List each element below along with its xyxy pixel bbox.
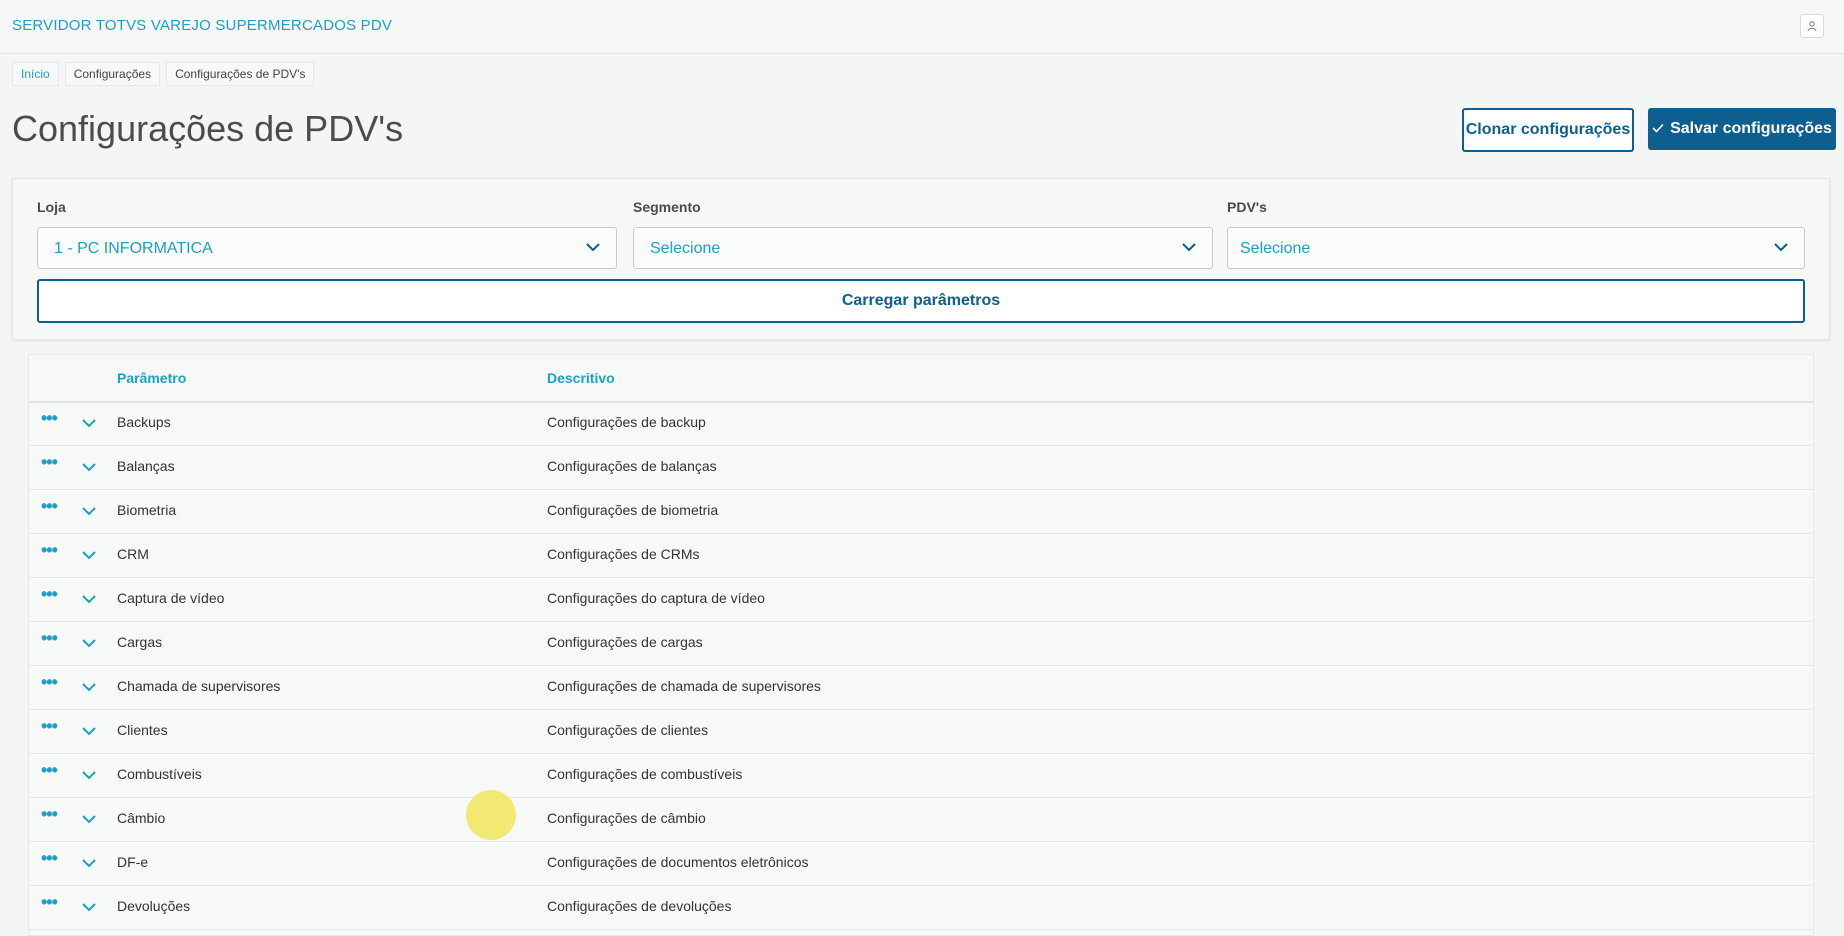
segmento-label: Segmento (633, 199, 701, 215)
more-options-icon[interactable]: ••• (41, 541, 58, 559)
user-icon[interactable] (1800, 14, 1824, 38)
more-options-icon[interactable]: ••• (41, 585, 58, 603)
pdvs-label: PDV's (1227, 199, 1267, 215)
col-header-desc[interactable]: Descritivo (547, 370, 615, 386)
param-name: Cargas (117, 634, 163, 650)
table-row: ••• Biometria Configurações de biometria (29, 489, 1813, 534)
chevron-down-icon[interactable] (81, 547, 97, 568)
app-title: SERVIDOR TOTVS VAREJO SUPERMERCADOS PDV (12, 17, 393, 34)
param-name: Biometria (117, 502, 177, 518)
table-row: ••• Backups Configurações de backup (29, 401, 1813, 446)
more-options-icon[interactable]: ••• (41, 629, 58, 647)
param-description: Configurações de CRMs (547, 546, 700, 562)
param-name: CRM (117, 546, 149, 562)
table-header: Parâmetro Descritivo (29, 355, 1813, 403)
breadcrumb-home[interactable]: Início (12, 62, 59, 86)
param-description: Configurações de backup (547, 414, 706, 430)
chevron-down-icon[interactable] (81, 767, 97, 788)
param-name: Balanças (117, 458, 175, 474)
chevron-down-icon[interactable] (81, 679, 97, 700)
save-config-label: Salvar configurações (1670, 120, 1832, 137)
param-name: Combustíveis (117, 766, 202, 782)
chevron-down-icon[interactable] (81, 459, 97, 480)
load-params-button[interactable]: Carregar parâmetros (37, 279, 1805, 323)
param-description: Configurações de câmbio (547, 810, 706, 826)
loja-select[interactable]: 1 - PC INFORMATICA (37, 227, 617, 269)
pdvs-value: Selecione (1240, 240, 1311, 257)
check-icon (1652, 120, 1664, 138)
table-row: ••• Câmbio Configurações de câmbio (29, 797, 1813, 842)
more-options-icon[interactable]: ••• (41, 849, 58, 867)
more-options-icon[interactable]: ••• (41, 893, 58, 911)
chevron-down-icon[interactable] (81, 591, 97, 612)
table-row: ••• Captura de vídeo Configurações do capt… (29, 577, 1813, 622)
more-options-icon[interactable]: ••• (41, 673, 58, 691)
loja-value: 1 - PC INFORMATICA (54, 240, 213, 257)
table-row: ••• CRM Configurações de CRMs (29, 533, 1813, 578)
param-description: Configurações do captura de vídeo (547, 590, 765, 606)
table-row: ••• Clientes Configurações de clientes (29, 709, 1813, 754)
table-row: ••• Devoluções Configurações de devoluções (29, 885, 1813, 930)
table-row: ••• Chamada de supervisores Configurações … (29, 665, 1813, 710)
pdvs-select[interactable]: Selecione (1227, 227, 1805, 269)
chevron-down-icon[interactable] (81, 723, 97, 744)
cursor-highlight (466, 790, 516, 840)
param-description: Configurações de clientes (547, 722, 709, 738)
param-description: Configurações de devoluções (547, 898, 732, 914)
more-options-icon[interactable]: ••• (41, 409, 58, 427)
table-row: ••• Balanças Configurações de balanças (29, 445, 1813, 490)
save-config-button[interactable]: Salvar configurações (1648, 108, 1836, 150)
chevron-down-icon[interactable] (81, 811, 97, 832)
table-row: ••• Combustíveis Configurações de combustí… (29, 753, 1813, 798)
clone-config-button[interactable]: Clonar configurações (1462, 108, 1634, 152)
more-options-icon[interactable]: ••• (41, 761, 58, 779)
param-description: Configurações de cargas (547, 634, 703, 650)
more-options-icon[interactable]: ••• (41, 717, 58, 735)
page-title: Configurações de PDV's (12, 108, 404, 149)
param-name: Clientes (117, 722, 168, 738)
chevron-down-icon (1772, 238, 1790, 261)
filters-panel: Loja 1 - PC INFORMATICA Segmento Selecio… (12, 178, 1830, 340)
param-description: Configurações de combustíveis (547, 766, 743, 782)
more-options-icon[interactable]: ••• (41, 497, 58, 515)
param-description: Configurações de documentos eletrônicos (547, 854, 809, 870)
top-bar: SERVIDOR TOTVS VAREJO SUPERMERCADOS PDV (0, 0, 1844, 54)
breadcrumb-configuracoes[interactable]: Configurações (64, 62, 161, 86)
chevron-down-icon[interactable] (81, 899, 97, 920)
chevron-down-icon (584, 238, 602, 261)
param-name: Backups (117, 414, 171, 430)
more-options-icon[interactable]: ••• (41, 805, 58, 823)
param-name: DF-e (117, 854, 149, 870)
chevron-down-icon[interactable] (81, 503, 97, 524)
breadcrumb: Início Configurações Configurações de PD… (12, 62, 320, 86)
more-options-icon[interactable]: ••• (41, 453, 58, 471)
segmento-select[interactable]: Selecione (633, 227, 1213, 269)
chevron-down-icon[interactable] (81, 855, 97, 876)
param-name: Devoluções (117, 898, 191, 914)
chevron-down-icon[interactable] (81, 415, 97, 436)
table-row: ••• DF-e Configurações de documentos eletr… (29, 841, 1813, 886)
col-header-param[interactable]: Parâmetro (117, 370, 186, 386)
param-description: Configurações de biometria (547, 502, 719, 518)
param-description: Configurações de balanças (547, 458, 717, 474)
chevron-down-icon (1180, 238, 1198, 261)
breadcrumb-current: Configurações de PDV's (166, 62, 315, 86)
param-name: Chamada de supervisores (117, 678, 281, 694)
loja-label: Loja (37, 199, 66, 215)
param-name: Captura de vídeo (117, 590, 225, 606)
table-row: ••• Cargas Configurações de cargas (29, 621, 1813, 666)
param-name: Câmbio (117, 810, 166, 826)
chevron-down-icon[interactable] (81, 635, 97, 656)
params-table: Parâmetro Descritivo ••• Backups Configura… (28, 354, 1814, 936)
segmento-value: Selecione (650, 240, 721, 257)
param-description: Configurações de chamada de supervisores (547, 678, 821, 694)
